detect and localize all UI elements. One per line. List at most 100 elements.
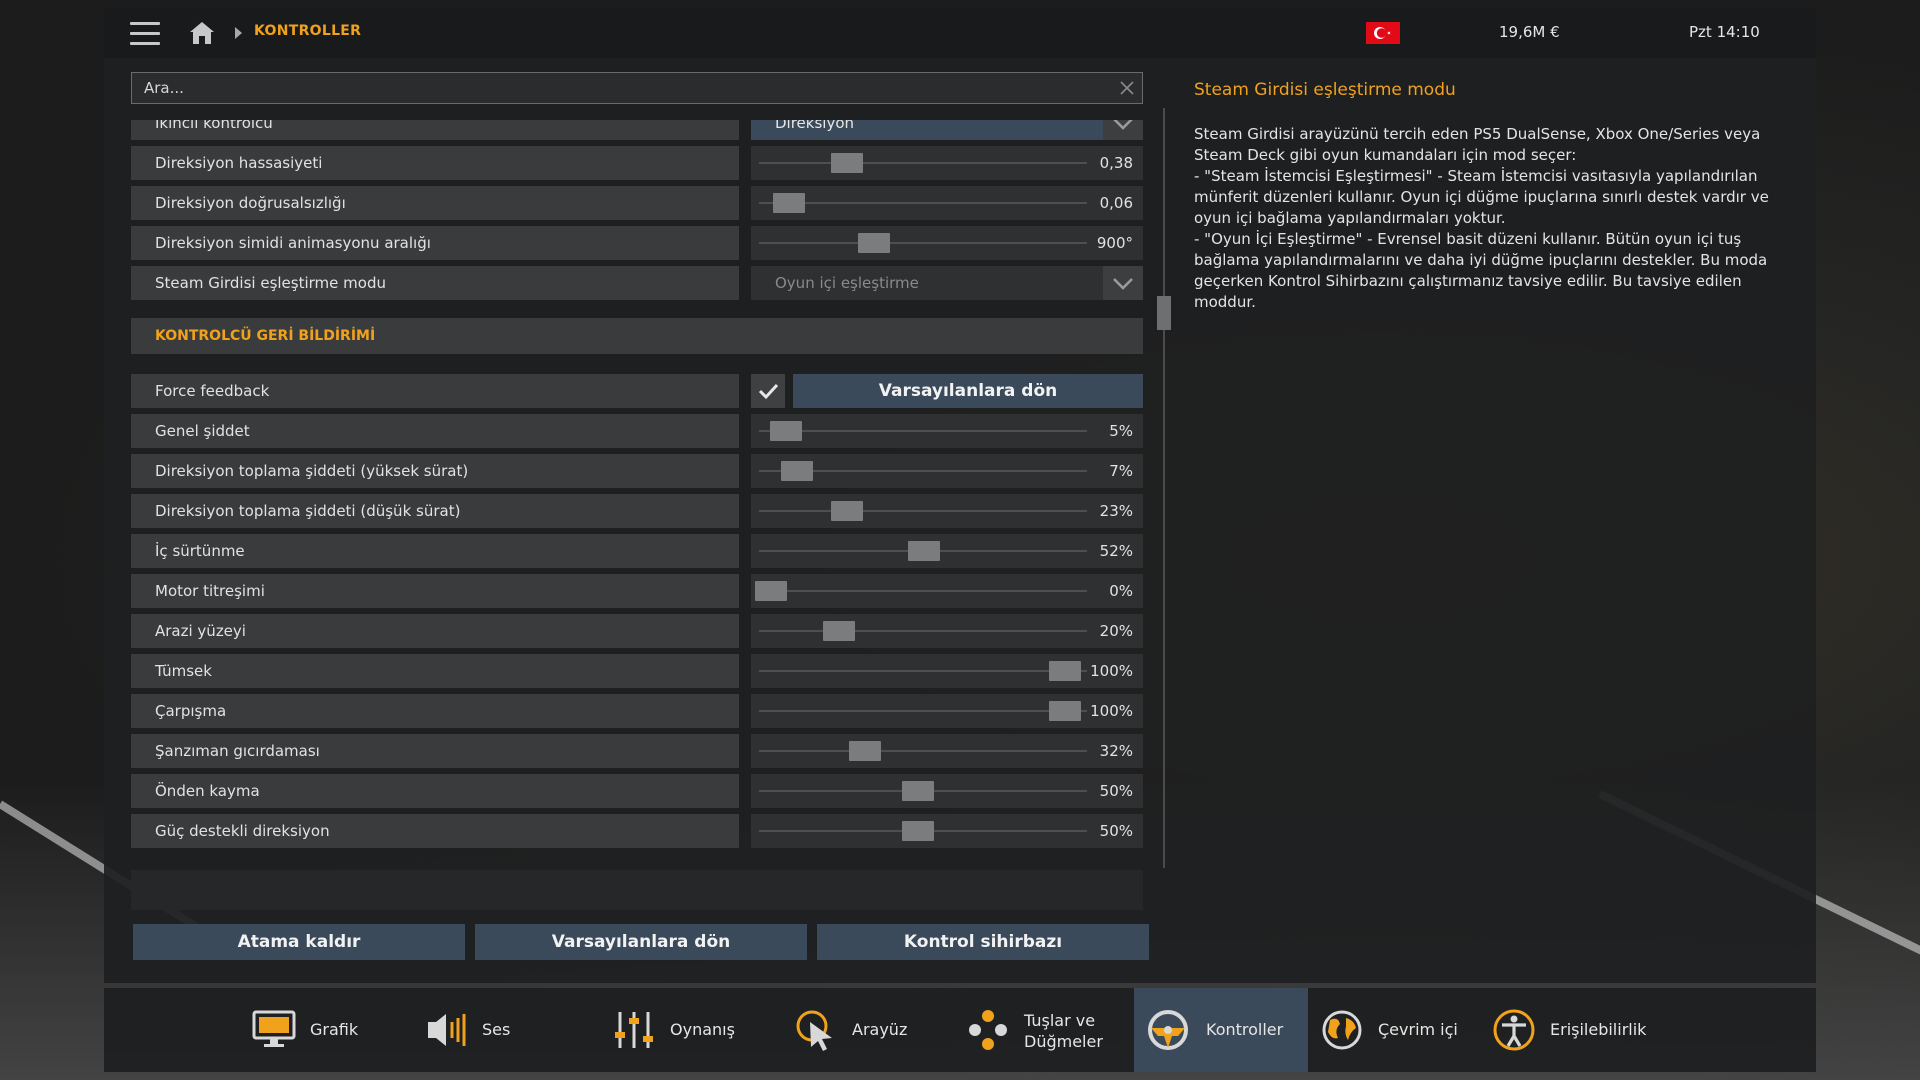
setting-label: Direksiyon toplama şiddeti (düşük sürat) (131, 494, 739, 528)
slider-control: 5% (751, 414, 1143, 448)
slider-track[interactable] (751, 226, 1087, 260)
section-title: KONTROLCÜ GERİ BİLDİRİMİ (155, 328, 376, 344)
slider-track[interactable] (751, 414, 1087, 448)
gamepad-buttons-icon (969, 1010, 1007, 1050)
setting-label: İç sürtünme (131, 534, 739, 568)
slider-thumb[interactable] (772, 193, 805, 213)
slider-line (759, 430, 1087, 432)
slider-track[interactable] (751, 734, 1087, 768)
slider-thumb[interactable] (849, 741, 882, 761)
slider-track[interactable] (751, 494, 1087, 528)
setting-row: Önden kayma 50% (131, 774, 1143, 808)
tab-cevrimici[interactable]: Çevrim içi (1320, 988, 1470, 1072)
slider-line (759, 242, 1087, 244)
slider-track[interactable] (751, 774, 1087, 808)
setting-label: İkincil kontrolcü (131, 120, 739, 140)
setting-row: Direksiyon simidi animasyonu aralığı 900° (131, 226, 1143, 260)
slider-thumb[interactable] (831, 501, 864, 521)
slider-control: 0,38 (751, 146, 1143, 180)
slider-value: 100% (1090, 702, 1133, 720)
slider-track[interactable] (751, 534, 1087, 568)
slider-thumb[interactable] (902, 821, 934, 841)
setting-row: İkincil kontrolcü Direksiyon (131, 120, 1143, 140)
control-wizard-button[interactable]: Kontrol sihirbazı (817, 924, 1149, 960)
setting-label: Çarpışma (131, 694, 739, 728)
slider-thumb[interactable] (907, 541, 940, 561)
slider-value: 100% (1090, 662, 1133, 680)
cursor-icon (796, 1010, 832, 1051)
dropdown-toggle[interactable] (1103, 120, 1143, 140)
setting-row: Direksiyon doğrusalsızlığı 0,06 (131, 186, 1143, 220)
tab-ses[interactable]: Ses (424, 988, 554, 1072)
chevron-down-icon (1113, 120, 1133, 130)
setting-row: Direksiyon toplama şiddeti (yüksek sürat… (131, 454, 1143, 488)
setting-row-force-feedback: Force feedback Varsayılanlara dön (131, 374, 1143, 408)
slider-value: 0,06 (1099, 194, 1133, 212)
slider-control: 0% (751, 574, 1143, 608)
search-input[interactable] (132, 73, 1096, 103)
setting-row: Genel şiddet 5% (131, 414, 1143, 448)
slider-thumb[interactable] (1049, 701, 1081, 721)
slider-track[interactable] (751, 574, 1087, 608)
slider-thumb[interactable] (781, 461, 814, 481)
steering-wheel-icon (1148, 1010, 1188, 1050)
dropdown[interactable]: Direksiyon (751, 120, 1143, 140)
restore-defaults-button[interactable]: Varsayılanlara dön (475, 924, 807, 960)
settings-list: İkincil kontrolcü Direksiyon Direksiyon ha… (131, 120, 1171, 868)
tab-oynanis[interactable]: Oynanış (612, 988, 762, 1072)
slider-track[interactable] (751, 814, 1087, 848)
tab-label: Oynanış (670, 1020, 735, 1039)
setting-row: Tümsek 100% (131, 654, 1143, 688)
tab-tuslar[interactable]: Tuşlar ve Düğmeler (966, 988, 1136, 1072)
tab-arayuz[interactable]: Arayüz (794, 988, 944, 1072)
dropdown-value: Oyun içi eşleştirme (775, 274, 919, 292)
settings-tab-bar: Grafik Ses Oynanış Arayüz Tuşlar ve Düğmeler… (104, 988, 1816, 1072)
unassign-button[interactable]: Atama kaldır (133, 924, 465, 960)
setting-row: Direksiyon hassasiyeti 0,38 (131, 146, 1143, 180)
setting-label: Tümsek (131, 654, 739, 688)
setting-label: Direksiyon doğrusalsızlığı (131, 186, 739, 220)
tab-grafik[interactable]: Grafik (252, 988, 382, 1072)
slider-thumb[interactable] (822, 621, 855, 641)
slider-line (759, 590, 1087, 592)
force-feedback-reset-button[interactable]: Varsayılanlara dön (793, 374, 1143, 408)
slider-control: 52% (751, 534, 1143, 568)
close-icon[interactable] (1120, 81, 1134, 95)
sliders-icon (615, 1012, 653, 1048)
slider-thumb[interactable] (902, 781, 934, 801)
slider-track[interactable] (751, 146, 1087, 180)
slider-value: 20% (1099, 622, 1133, 640)
slider-thumb[interactable] (857, 233, 890, 253)
slider-track[interactable] (751, 186, 1087, 220)
tab-kontroller[interactable]: Kontroller (1134, 988, 1308, 1072)
slider-track[interactable] (751, 614, 1087, 648)
dropdown-toggle[interactable] (1103, 266, 1143, 300)
force-feedback-checkbox[interactable] (751, 374, 785, 408)
slider-line (759, 510, 1087, 512)
setting-label: Genel şiddet (131, 414, 739, 448)
slider-value: 32% (1099, 742, 1133, 760)
tab-label: Tuşlar ve Düğmeler (1024, 1011, 1103, 1051)
setting-label: Direksiyon hassasiyeti (131, 146, 739, 180)
slider-thumb[interactable] (769, 421, 802, 441)
slider-thumb[interactable] (1049, 661, 1081, 681)
dropdown[interactable]: Oyun içi eşleştirme (751, 266, 1143, 300)
tab-erisilebilirlik[interactable]: Erişilebilirlik (1492, 988, 1662, 1072)
globe-icon (1322, 1010, 1362, 1050)
setting-row: Motor titreşimi 0% (131, 574, 1143, 608)
slider-track[interactable] (751, 654, 1087, 688)
slider-track[interactable] (751, 694, 1087, 728)
slider-line (759, 630, 1087, 632)
money-balance: 19,6M € (1499, 23, 1560, 41)
home-icon[interactable] (188, 20, 216, 46)
slider-control: 50% (751, 774, 1143, 808)
slider-track[interactable] (751, 454, 1087, 488)
slider-control: 100% (751, 694, 1143, 728)
scrollbar-thumb[interactable] (1157, 296, 1171, 330)
search-box (131, 72, 1143, 104)
hamburger-menu-icon[interactable] (130, 22, 160, 46)
help-title: Steam Girdisi eşleştirme modu (1194, 80, 1456, 100)
slider-thumb[interactable] (755, 581, 787, 601)
slider-value: 900° (1096, 234, 1133, 252)
slider-thumb[interactable] (831, 153, 864, 173)
